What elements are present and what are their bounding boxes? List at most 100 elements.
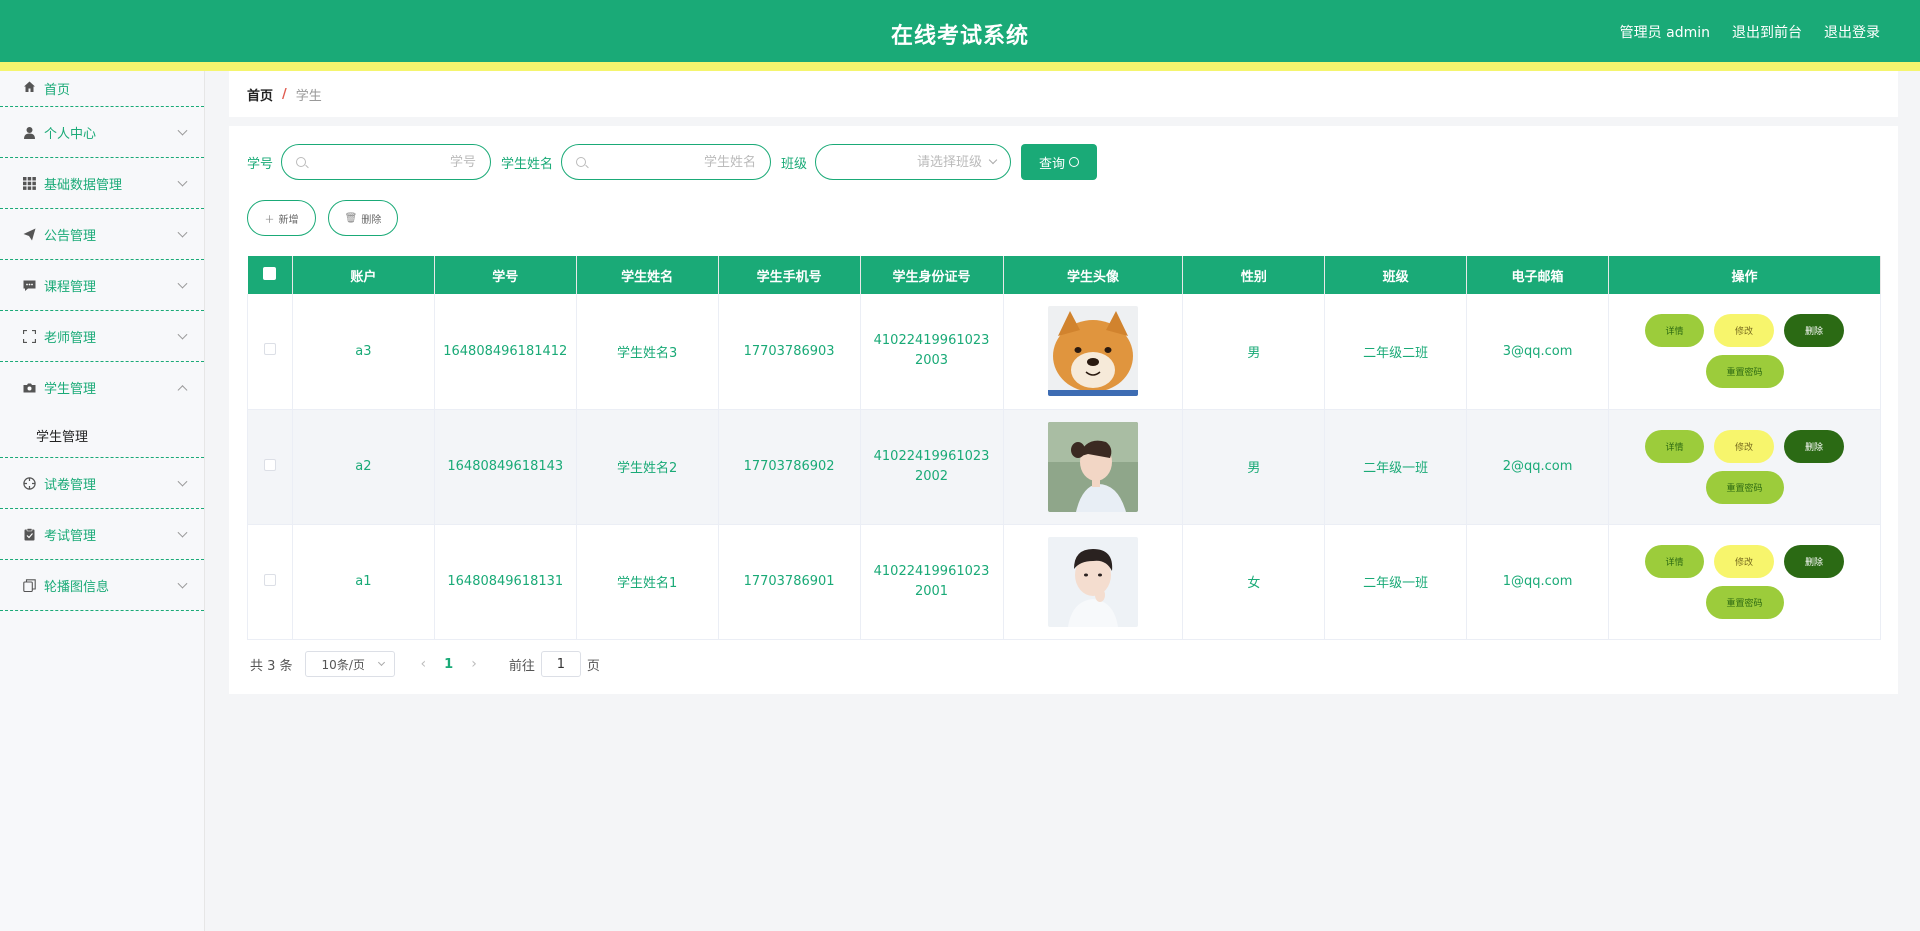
column-header: 学生姓名 [576, 256, 719, 294]
row-checkbox[interactable] [263, 458, 276, 471]
student-no-cell: 164808496181412 [434, 294, 577, 410]
edit-button[interactable]: 修改 [1714, 544, 1774, 578]
phone-cell: 17703786901 [718, 524, 861, 640]
account-cell: a2 [292, 409, 435, 525]
chat-icon [22, 278, 36, 292]
student-no-input[interactable] [314, 154, 477, 170]
chevron-down-icon [177, 527, 188, 538]
sidebar-item-label: 公告管理 [44, 228, 97, 244]
sidebar-item-student[interactable]: 学生管理 [0, 362, 204, 413]
email-cell: 2@qq.com [1466, 409, 1609, 525]
sidebar-item-course[interactable]: 课程管理 [0, 260, 204, 311]
sidebar-item-label: 老师管理 [44, 330, 97, 346]
next-page-icon[interactable]: › [471, 656, 477, 672]
avatar [1047, 421, 1138, 512]
delete-button[interactable]: 删除 [1784, 314, 1844, 348]
sidebar-item-basic-data[interactable]: 基础数据管理 [0, 158, 204, 209]
admin-user-label[interactable]: 管理员 admin [1620, 22, 1710, 42]
row-actions: 详情 修改 删除 重置密码 [1645, 314, 1845, 389]
page-size-select[interactable]: 10条/页 [304, 651, 395, 677]
reset-password-button[interactable]: 重置密码 [1705, 585, 1784, 619]
clipboard-icon [22, 527, 36, 541]
sidebar-item-label: 考试管理 [44, 528, 97, 544]
sidebar-item-personal-center[interactable]: 个人中心 [0, 107, 204, 158]
detail-button[interactable]: 详情 [1645, 314, 1704, 348]
logout-link[interactable]: 退出登录 [1824, 22, 1880, 42]
back-to-front-link[interactable]: 退出到前台 [1732, 22, 1802, 42]
delete-button[interactable]: 删除 [1784, 544, 1844, 578]
goto-page-input[interactable] [540, 651, 581, 677]
table-row: a3 164808496181412 学生姓名3 17703786903 410… [247, 294, 1881, 410]
row-select-cell [247, 409, 293, 525]
breadcrumb-home[interactable]: 首页 [247, 85, 273, 104]
student-no-field[interactable] [281, 144, 492, 180]
table-row: a2 16480849618143 学生姓名2 17703786902 4102… [247, 409, 1881, 525]
sidebar-item-carousel[interactable]: 轮播图信息 [0, 560, 204, 611]
sidebar-item-paper[interactable]: 试卷管理 [0, 458, 204, 509]
page-size-value: 10条/页 [321, 657, 365, 672]
select-all-checkbox[interactable] [263, 266, 277, 280]
chevron-up-icon [177, 384, 188, 395]
student-name-field[interactable] [561, 144, 772, 180]
sidebar-item-home[interactable]: 首页 [0, 71, 204, 107]
sidebar-item-notice[interactable]: 公告管理 [0, 209, 204, 260]
search-icon [576, 157, 587, 167]
page-number[interactable]: 1 [444, 657, 453, 672]
compass-icon [22, 476, 36, 490]
table-row: a1 16480849618131 学生姓名1 17703786901 4102… [247, 524, 1881, 640]
trash-icon: 🗑 [344, 212, 358, 224]
query-button-label: 查询 [1039, 156, 1066, 172]
reset-password-button[interactable]: 重置密码 [1705, 470, 1784, 504]
select-all-cell [247, 256, 293, 294]
id-card-text: 410224199610232003 [873, 333, 990, 369]
id-card-cell: 410224199610232002 [860, 409, 1004, 525]
class-select[interactable] [815, 144, 1012, 180]
column-header: 账户 [292, 256, 435, 294]
sidebar-item-exam[interactable]: 考试管理 [0, 509, 204, 560]
chevron-down-icon [177, 476, 188, 487]
search-icon [296, 157, 307, 167]
edit-button[interactable]: 修改 [1714, 429, 1774, 463]
student-no-cell: 16480849618131 [434, 524, 577, 640]
prev-page-icon[interactable]: ‹ [421, 656, 427, 672]
sidebar-subitem-student-manage[interactable]: 学生管理 [0, 413, 204, 457]
delete-button[interactable]: 删除 [1784, 429, 1844, 463]
avatar-cell [1003, 294, 1184, 410]
batch-delete-button[interactable]: 🗑 删除 [328, 200, 398, 236]
avatar [1047, 306, 1138, 397]
student-name-input[interactable] [594, 154, 757, 170]
detail-button[interactable]: 详情 [1645, 544, 1704, 578]
chevron-down-icon [377, 658, 385, 667]
row-checkbox[interactable] [263, 343, 276, 356]
copy-icon [22, 578, 36, 592]
add-button[interactable]: ＋ 新增 [247, 200, 316, 236]
fullscreen-icon [22, 329, 36, 343]
reset-password-button[interactable]: 重置密码 [1705, 355, 1784, 389]
query-button[interactable]: 查询 [1021, 144, 1098, 180]
avatar-cell [1003, 409, 1184, 525]
student-no-cell: 16480849618143 [434, 409, 577, 525]
operations-cell: 详情 修改 删除 重置密码 [1608, 294, 1881, 410]
gender-cell: 男 [1182, 294, 1326, 410]
sidebar-item-label: 个人中心 [44, 126, 97, 142]
goto-label: 前往 [508, 658, 535, 674]
operations-cell: 详情 修改 删除 重置密码 [1608, 524, 1881, 640]
page-suffix: 页 [586, 658, 600, 674]
sidebar-item-label: 学生管理 [44, 382, 97, 397]
breadcrumb-current: 学生 [295, 88, 322, 104]
email-cell: 1@qq.com [1466, 524, 1609, 640]
sidebar-item-label: 试卷管理 [44, 477, 97, 493]
sidebar-item-label: 轮播图信息 [44, 579, 110, 595]
account-cell: a1 [292, 524, 435, 640]
class-select-input[interactable] [830, 154, 983, 170]
sidebar-item-label: 首页 [44, 83, 71, 98]
gender-cell: 女 [1182, 524, 1326, 640]
student-table: 账户 学号 学生姓名 学生手机号 学生身份证号 学生头像 性别 班级 电子邮箱 … [247, 256, 1881, 640]
sidebar-group-student: 学生管理 学生管理 [0, 362, 204, 458]
sidebar-item-teacher[interactable]: 老师管理 [0, 311, 204, 362]
row-checkbox[interactable] [263, 573, 276, 586]
detail-button[interactable]: 详情 [1645, 429, 1704, 463]
chevron-down-icon [177, 125, 188, 136]
row-actions: 详情 修改 删除 重置密码 [1645, 544, 1845, 619]
edit-button[interactable]: 修改 [1714, 314, 1774, 348]
